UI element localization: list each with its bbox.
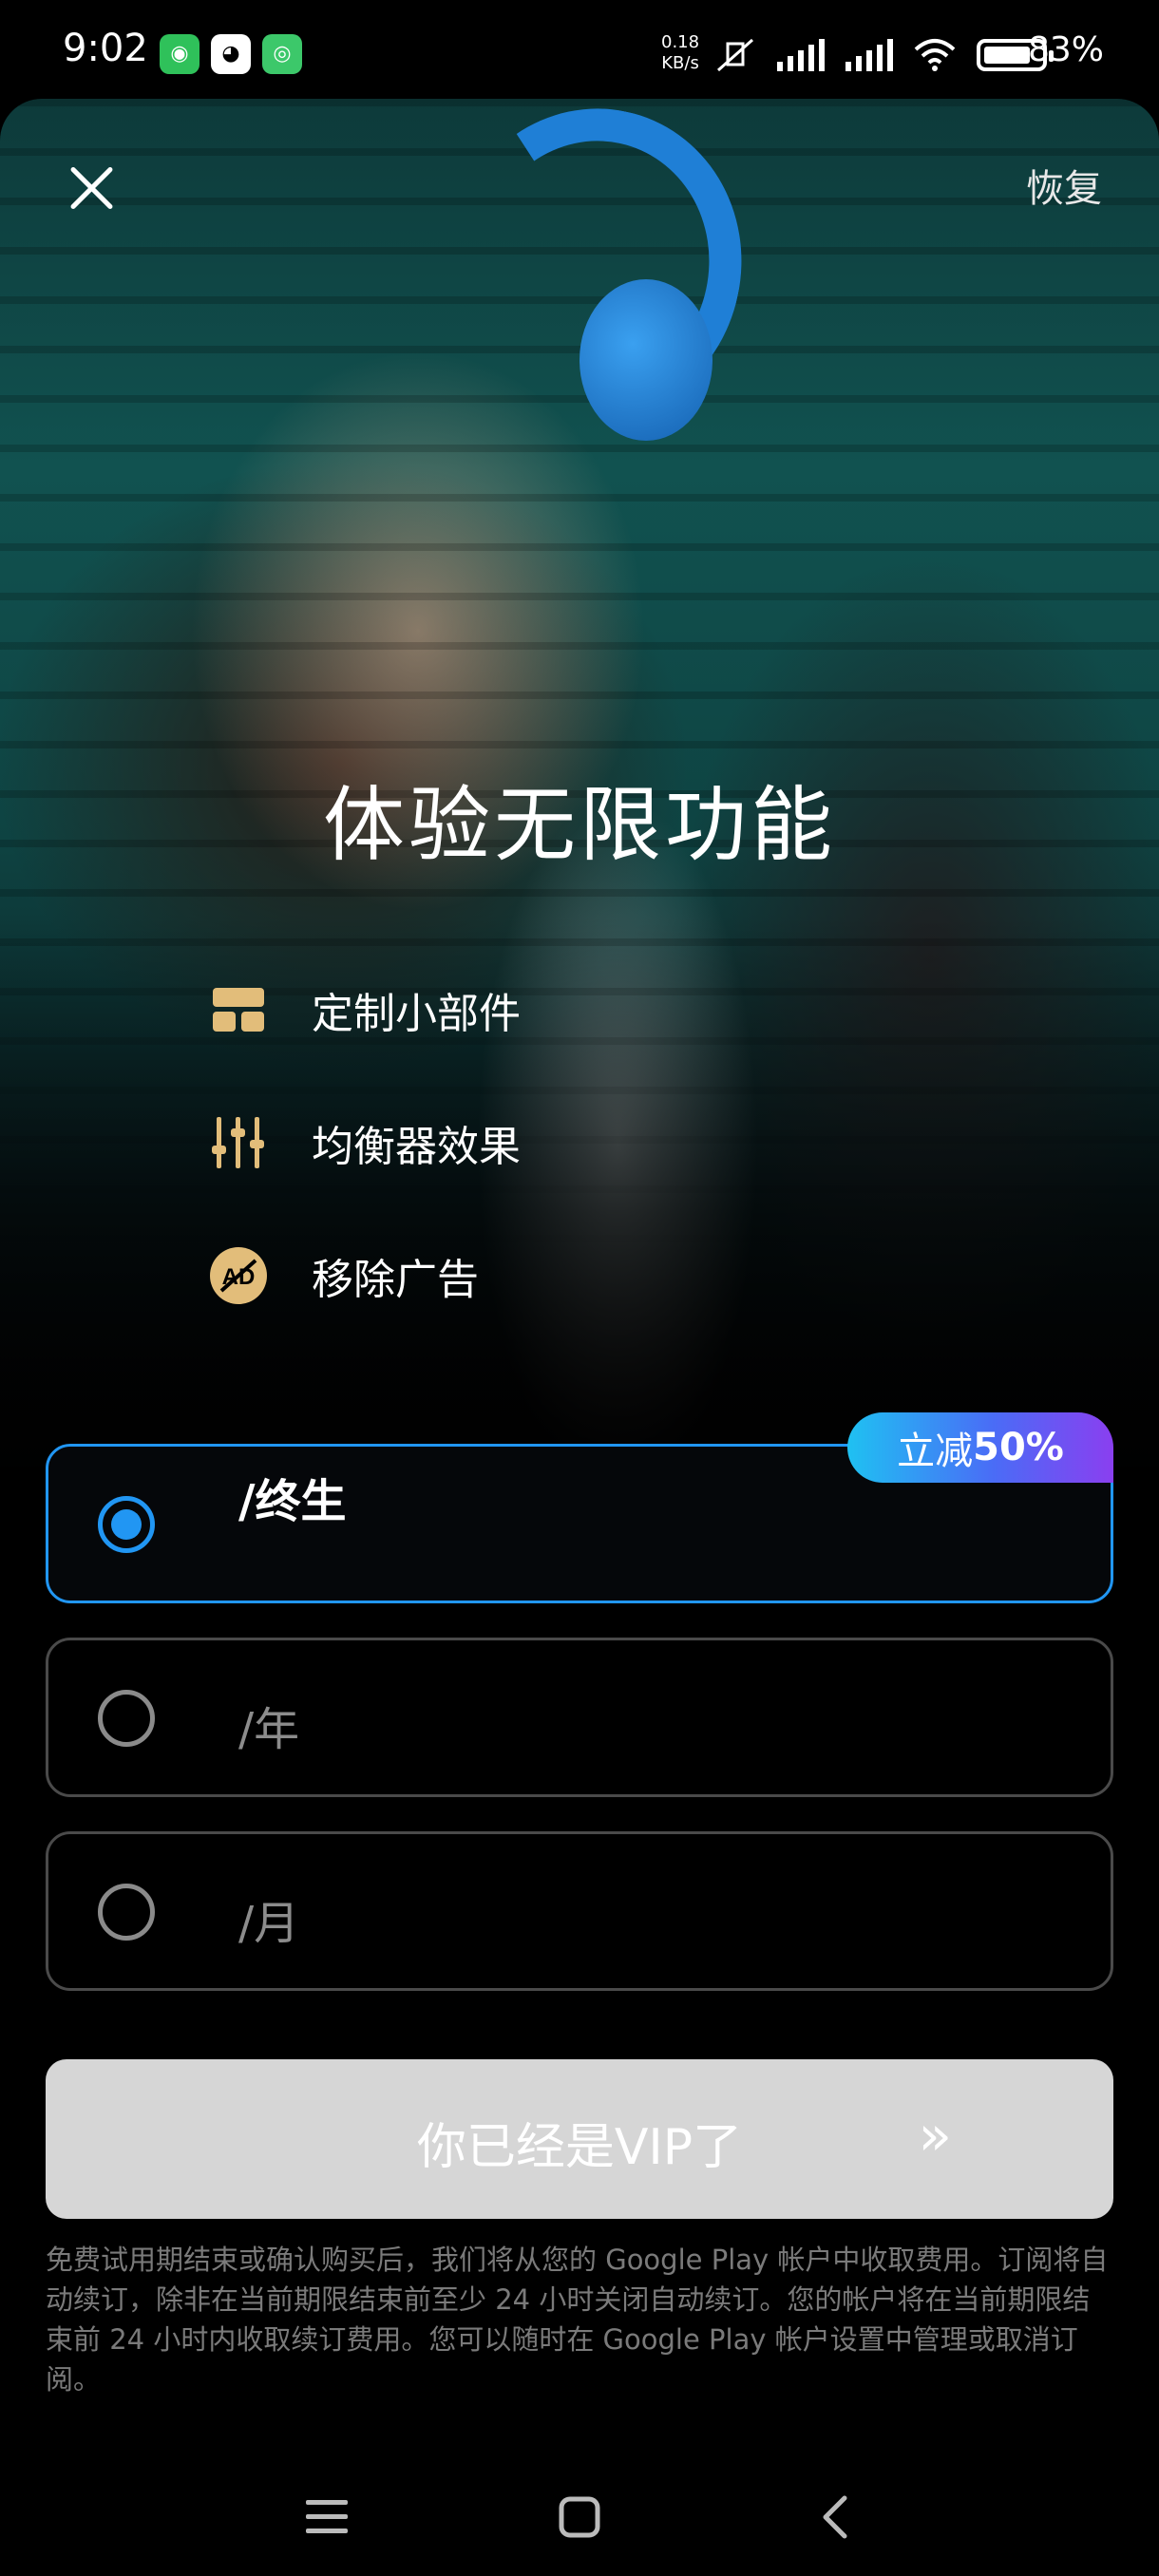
plan-yearly[interactable]: /年 (46, 1638, 1113, 1797)
radio-unselected-icon[interactable] (98, 1884, 155, 1941)
feature-label: 定制小部件 (312, 990, 521, 1038)
plan-label: /终生 (238, 1475, 347, 1528)
page-title: 体验无限功能 (323, 778, 836, 873)
plan-label: /年 (238, 1703, 300, 1756)
no-ads-icon: AD (209, 1246, 268, 1305)
network-speed: 0.18 KB/s (661, 32, 699, 74)
vip-status-button[interactable]: 你已经是VIP了 » (46, 2059, 1113, 2219)
headphone-earcup (580, 279, 712, 441)
feature-label: 均衡器效果 (312, 1123, 521, 1171)
plan-lifetime[interactable]: /终生 立减 50% (46, 1412, 1113, 1603)
discount-badge-prefix: 立减 (897, 1430, 974, 1473)
discount-badge-value: 50% (973, 1426, 1064, 1469)
widget-icon (209, 980, 268, 1039)
feature-equalizer: 均衡器效果 (209, 1109, 521, 1176)
subscription-terms: 免费试用期结束或确认购买后，我们将从您的 Google Play 帐户中收取费用… (46, 2244, 1109, 2396)
battery-fill (984, 47, 1031, 64)
wifi-icon (914, 39, 956, 71)
restore-button[interactable]: 恢复 (1026, 158, 1102, 213)
app-notification-icon: ◎ (262, 34, 302, 74)
system-nav-bar (0, 2451, 1159, 2576)
battery-percent: 83% (1027, 30, 1104, 69)
network-speed-value: 0.18 (661, 32, 700, 52)
status-bar: 9:02 ◉ ◕ ◎ 0.18 KB/s 83% (0, 0, 1159, 104)
wechat-icon: ◉ (160, 34, 200, 74)
home-icon[interactable] (542, 2479, 618, 2555)
back-icon[interactable] (796, 2479, 872, 2555)
equalizer-icon (209, 1113, 268, 1172)
feature-widgets: 定制小部件 (209, 976, 521, 1043)
mute-vibrate-icon (717, 38, 753, 72)
feature-remove-ads: AD 移除广告 (209, 1242, 479, 1309)
plan-monthly[interactable]: /月 (46, 1831, 1113, 1991)
radio-unselected-icon[interactable] (98, 1690, 155, 1747)
close-button[interactable] (63, 160, 120, 217)
status-time: 9:02 (63, 27, 148, 70)
qq-icon: ◕ (211, 34, 251, 74)
double-chevron-right-icon: » (918, 2103, 953, 2168)
plan-label: /月 (238, 1897, 300, 1950)
menu-icon[interactable] (289, 2479, 365, 2555)
cta-label: 你已经是VIP了 (416, 2119, 743, 2176)
status-icons (714, 34, 1054, 76)
signal-icon (777, 39, 825, 71)
network-speed-unit: KB/s (661, 53, 699, 73)
discount-badge: 立减 50% (847, 1412, 1113, 1483)
feature-label: 移除广告 (312, 1256, 479, 1304)
radio-selected-icon[interactable] (98, 1496, 155, 1553)
hd-signal-icon (846, 39, 893, 71)
